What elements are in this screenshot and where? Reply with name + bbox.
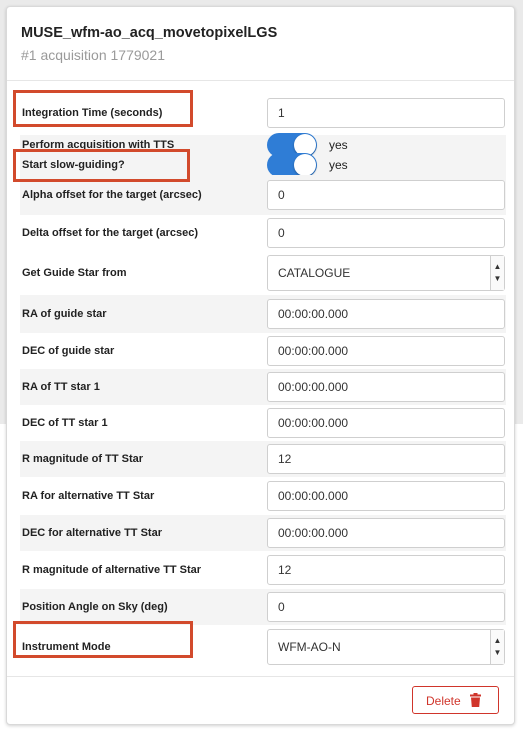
- delta-offset-input[interactable]: 0: [267, 218, 505, 248]
- row-dec-tt-star-1: DEC of TT star 1 00:00:00.000: [20, 405, 506, 441]
- field-label: R magnitude of TT Star: [22, 453, 143, 465]
- ra-alt-tt-input[interactable]: 00:00:00.000: [267, 481, 505, 511]
- toggle-state-text: yes: [329, 138, 348, 152]
- toggle-knob: [294, 154, 316, 176]
- toggle-state-text: yes: [329, 158, 348, 172]
- integration-time-input[interactable]: 1: [267, 98, 505, 128]
- instrument-mode-select[interactable]: WFM-AO-N ▲ ▼: [267, 629, 505, 665]
- alpha-offset-input[interactable]: 0: [267, 180, 505, 210]
- row-guide-star-source: Get Guide Star from CATALOGUE ▲ ▼: [20, 251, 506, 295]
- row-delta-offset: Delta offset for the target (arcsec) 0: [20, 215, 506, 251]
- field-label: RA of guide star: [22, 308, 107, 320]
- field-label: Position Angle on Sky (deg): [22, 601, 168, 613]
- updown-arrow-icon: ▲ ▼: [490, 630, 504, 664]
- field-label: DEC for alternative TT Star: [22, 527, 162, 539]
- header-divider: [7, 80, 514, 81]
- row-r-magnitude-alt-tt: R magnitude of alternative TT Star 12: [20, 551, 506, 589]
- field-label: Alpha offset for the target (arcsec): [22, 189, 202, 201]
- ra-guide-star-input[interactable]: 00:00:00.000: [267, 299, 505, 329]
- footer-divider: [7, 676, 514, 677]
- highlight-instrument-mode: [13, 621, 193, 658]
- field-label: RA of TT star 1: [22, 381, 100, 393]
- updown-arrow-icon: ▲ ▼: [490, 256, 504, 290]
- row-dec-guide-star: DEC of guide star 00:00:00.000: [20, 333, 506, 369]
- dec-alt-tt-input[interactable]: 00:00:00.000: [267, 518, 505, 548]
- highlight-integration-time: [13, 90, 193, 127]
- field-label: DEC of guide star: [22, 345, 115, 357]
- field-label: Get Guide Star from: [22, 267, 127, 279]
- row-ra-tt-star-1: RA of TT star 1 00:00:00.000: [20, 369, 506, 405]
- selected-value: CATALOGUE: [278, 266, 351, 280]
- guide-star-source-select[interactable]: CATALOGUE ▲ ▼: [267, 255, 505, 291]
- row-ra-alt-tt: RA for alternative TT Star 00:00:00.000: [20, 477, 506, 515]
- highlight-start-slow-guiding: [13, 149, 190, 182]
- trash-icon: [470, 693, 481, 707]
- row-r-magnitude-tt: R magnitude of TT Star 12: [20, 441, 506, 477]
- selected-value: WFM-AO-N: [278, 640, 341, 654]
- dec-tt-star-1-input[interactable]: 00:00:00.000: [267, 408, 505, 438]
- field-label: DEC of TT star 1: [22, 417, 108, 429]
- row-ra-guide-star: RA of guide star 00:00:00.000: [20, 295, 506, 333]
- delete-label: Delete: [426, 694, 461, 708]
- delete-button[interactable]: Delete: [412, 686, 499, 714]
- ra-tt-star-1-input[interactable]: 00:00:00.000: [267, 372, 505, 402]
- r-magnitude-tt-input[interactable]: 12: [267, 444, 505, 474]
- card-subtitle: #1 acquisition 1779021: [21, 47, 166, 63]
- card-title: MUSE_wfm-ao_acq_movetopixelLGS: [21, 25, 278, 41]
- row-dec-alt-tt: DEC for alternative TT Star 00:00:00.000: [20, 515, 506, 551]
- field-label: Delta offset for the target (arcsec): [22, 227, 199, 239]
- template-card: MUSE_wfm-ao_acq_movetopixelLGS #1 acquis…: [6, 6, 515, 725]
- start-slow-guiding-toggle[interactable]: [267, 153, 317, 177]
- dec-guide-star-input[interactable]: 00:00:00.000: [267, 336, 505, 366]
- row-position-angle: Position Angle on Sky (deg) 0: [20, 589, 506, 625]
- field-label: RA for alternative TT Star: [22, 490, 155, 502]
- position-angle-input[interactable]: 0: [267, 592, 505, 622]
- r-magnitude-alt-tt-input[interactable]: 12: [267, 555, 505, 585]
- field-label: R magnitude of alternative TT Star: [22, 564, 202, 576]
